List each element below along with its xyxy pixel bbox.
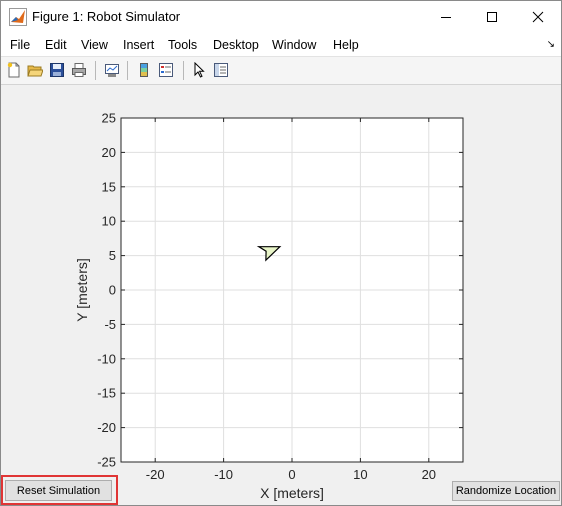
y-tick-label: 25 — [102, 111, 116, 126]
pointer-icon — [194, 62, 205, 78]
maximize-button[interactable] — [469, 1, 515, 33]
y-tick-label: 15 — [102, 179, 116, 194]
link-plot-button[interactable] — [102, 60, 122, 80]
menu-tools[interactable]: Tools — [168, 38, 197, 52]
highlight-box — [1, 475, 118, 505]
x-tick-label: -20 — [146, 467, 165, 482]
figure-toolbar — [1, 57, 561, 85]
link-plot-icon — [105, 64, 119, 77]
figure-window: Figure 1: Robot Simulator File Edit View… — [0, 0, 562, 506]
pointer-button[interactable] — [189, 60, 209, 80]
minimize-icon — [441, 17, 451, 18]
menu-window[interactable]: Window — [272, 38, 316, 52]
y-tick-label: -25 — [97, 455, 116, 470]
maximize-icon — [487, 12, 497, 22]
y-tick-label: -20 — [97, 420, 116, 435]
title-bar: Figure 1: Robot Simulator — [1, 1, 561, 33]
toolbar-separator — [95, 61, 96, 80]
y-tick-label: -10 — [97, 351, 116, 366]
insert-colorbar-icon — [140, 63, 148, 77]
y-tick-label: 5 — [109, 248, 116, 263]
x-axis-label: X [meters] — [260, 485, 324, 501]
menu-help[interactable]: Help — [333, 38, 359, 52]
save-button[interactable] — [47, 60, 67, 80]
print-icon — [72, 63, 86, 77]
y-tick-label: -15 — [97, 386, 116, 401]
print-button[interactable] — [69, 60, 89, 80]
menu-desktop[interactable]: Desktop — [213, 38, 259, 52]
x-tick-label: 0 — [288, 467, 295, 482]
y-tick-label: 0 — [109, 283, 116, 298]
dock-arrow-icon[interactable]: ↘ — [547, 39, 555, 50]
figure-canvas: -20 -10 0 10 20 25 20 15 10 5 0 -5 -10 -15 -20 -25 X [me… — [1, 85, 561, 505]
axes-plot[interactable]: -20 -10 0 10 20 25 20 15 10 5 0 -5 -10 -15 -20 -25 X [me… — [1, 85, 561, 505]
y-tick-label: 10 — [102, 214, 116, 229]
property-inspector-icon — [214, 63, 228, 77]
x-tick-label: -10 — [214, 467, 233, 482]
minimize-button[interactable] — [423, 1, 469, 33]
x-tick-label: 20 — [422, 467, 436, 482]
menu-edit[interactable]: Edit — [45, 38, 67, 52]
y-tick-label: -5 — [104, 317, 116, 332]
window-title: Figure 1: Robot Simulator — [32, 9, 181, 24]
property-inspector-button[interactable] — [211, 60, 231, 80]
menu-file[interactable]: File — [10, 38, 30, 52]
y-axis-label: Y [meters] — [74, 258, 90, 322]
x-tick-label: 10 — [353, 467, 367, 482]
close-icon — [532, 11, 544, 23]
new-figure-icon — [7, 62, 20, 78]
randomize-location-button[interactable]: Randomize Location — [452, 481, 560, 501]
y-tick-label: 20 — [102, 145, 116, 160]
toolbar-separator — [183, 61, 184, 80]
open-file-icon — [27, 65, 43, 77]
menu-view[interactable]: View — [81, 38, 108, 52]
insert-legend-button[interactable] — [156, 60, 176, 80]
close-button[interactable] — [515, 1, 561, 33]
insert-legend-icon — [159, 63, 173, 77]
menu-insert[interactable]: Insert — [123, 38, 154, 52]
insert-colorbar-button[interactable] — [134, 60, 154, 80]
new-figure-button[interactable] — [4, 60, 24, 80]
save-icon — [50, 63, 64, 77]
matlab-logo-icon — [9, 8, 27, 26]
toolbar-separator — [127, 61, 128, 80]
menu-bar: File Edit View Insert Tools Desktop Wind… — [1, 33, 561, 57]
open-file-button[interactable] — [25, 60, 45, 80]
